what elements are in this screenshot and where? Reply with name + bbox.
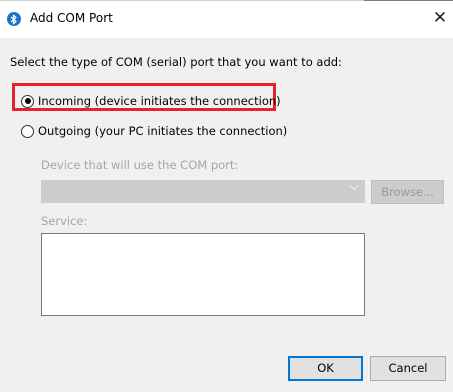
incoming-radio-label: Incoming (device initiates the connectio… xyxy=(38,94,281,108)
window-top-edge-accent xyxy=(364,0,453,1)
window-title: Add COM Port xyxy=(30,11,113,25)
cancel-button[interactable]: Cancel xyxy=(370,356,446,381)
ok-button[interactable]: OK xyxy=(288,356,363,381)
outgoing-radio-label: Outgoing (your PC initiates the connecti… xyxy=(38,124,288,138)
service-list[interactable] xyxy=(41,233,365,316)
outgoing-radio-option[interactable]: Outgoing (your PC initiates the connecti… xyxy=(21,122,287,140)
incoming-radio-option[interactable]: Incoming (device initiates the connectio… xyxy=(21,92,281,110)
close-button[interactable]: ✕ xyxy=(428,6,452,30)
outgoing-radio-button[interactable] xyxy=(21,124,34,138)
title-bar: Add COM Port ✕ xyxy=(0,0,453,38)
device-dropdown[interactable] xyxy=(41,180,365,203)
chevron-down-icon xyxy=(349,183,359,194)
device-label: Device that will use the COM port: xyxy=(41,158,239,172)
port-type-prompt: Select the type of COM (serial) port tha… xyxy=(10,55,342,69)
browse-button[interactable]: Browse... xyxy=(371,180,444,204)
service-label: Service: xyxy=(41,214,88,228)
incoming-radio-button[interactable] xyxy=(21,94,34,108)
close-icon: ✕ xyxy=(432,8,448,28)
bluetooth-icon xyxy=(7,12,21,26)
